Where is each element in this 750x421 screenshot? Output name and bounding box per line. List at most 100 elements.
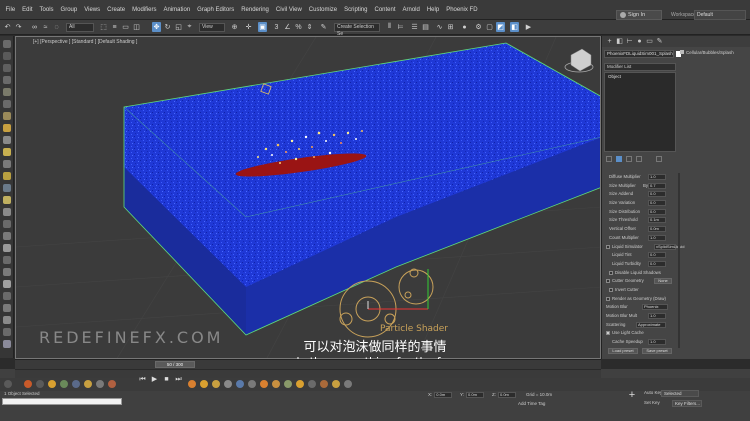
phoenix-toolbar-icon-4[interactable] bbox=[84, 380, 92, 388]
motion-blur-dropdown[interactable]: Phoenix bbox=[642, 304, 668, 311]
phoenix-toolbar-icon-5[interactable] bbox=[96, 380, 104, 388]
maxscript-listener-icon[interactable] bbox=[4, 380, 12, 388]
make-unique-icon[interactable] bbox=[626, 156, 632, 162]
phoenix-toolbar-icon-6[interactable] bbox=[108, 380, 116, 388]
phoenix-ocean-icon[interactable] bbox=[3, 172, 11, 180]
maxscript-mini-listener[interactable] bbox=[2, 398, 122, 405]
param-value-field[interactable]: 1.0 bbox=[648, 234, 666, 241]
phoenix-preview-icon[interactable] bbox=[3, 280, 11, 288]
modify-tab-icon[interactable]: ◧ bbox=[616, 38, 623, 45]
phoenix-restore-icon[interactable] bbox=[3, 316, 11, 324]
add-time-tag[interactable]: Add Time Tag bbox=[518, 401, 545, 406]
rotate-icon[interactable]: ↻ bbox=[163, 22, 172, 32]
phoenix-stop-icon[interactable] bbox=[3, 304, 11, 312]
menu-edit[interactable]: Edit bbox=[19, 5, 36, 16]
phoenix-toolbar-icon-3[interactable] bbox=[72, 380, 80, 388]
phoenix-wind-icon[interactable] bbox=[3, 184, 11, 192]
menu-rendering[interactable]: Rendering bbox=[238, 5, 273, 16]
phoenix-pour-preset-icon[interactable] bbox=[272, 380, 280, 388]
stop-icon[interactable]: ■ bbox=[162, 375, 171, 384]
phoenix-fire-icon[interactable] bbox=[3, 124, 11, 132]
phoenix-cache-icon[interactable] bbox=[3, 208, 11, 216]
phoenix-steam-preset-icon[interactable] bbox=[308, 380, 316, 388]
phoenix-sim-icon[interactable] bbox=[3, 292, 11, 300]
liquid-simulator-picker[interactable]: xSplidSimLiquid bbox=[654, 243, 684, 250]
render-production-icon[interactable]: ◩ bbox=[496, 22, 505, 32]
render-as-geometry-checkbox[interactable] bbox=[606, 296, 610, 301]
edit-named-selection-icon[interactable]: ✎ bbox=[319, 22, 328, 32]
spinner-snap-icon[interactable]: ⇕ bbox=[305, 22, 314, 32]
disable-shadows-checkbox[interactable] bbox=[609, 270, 613, 275]
selection-filter-dropdown[interactable]: All bbox=[66, 23, 94, 32]
menu-customize[interactable]: Customize bbox=[305, 5, 340, 16]
display-icon[interactable] bbox=[3, 88, 11, 96]
phoenix-explosion-preset-icon[interactable] bbox=[284, 380, 292, 388]
phoenix-splash-preset-icon[interactable] bbox=[248, 380, 256, 388]
menu-help[interactable]: Help bbox=[423, 5, 442, 16]
phoenix-wet-preset-icon[interactable] bbox=[260, 380, 268, 388]
modify-icon[interactable] bbox=[3, 52, 11, 60]
stack-item-object[interactable]: Object bbox=[605, 73, 675, 80]
x-coordinate-field[interactable]: 0.0m bbox=[434, 391, 453, 398]
set-key-button[interactable]: Set Key bbox=[644, 400, 660, 407]
phoenix-ocean-preset-icon[interactable] bbox=[224, 380, 232, 388]
link-icon[interactable]: ∞ bbox=[30, 22, 39, 32]
phoenix-candle-preset-icon[interactable] bbox=[296, 380, 304, 388]
phoenix-tools-icon[interactable] bbox=[3, 232, 11, 240]
menu-animation[interactable]: Animation bbox=[160, 5, 194, 16]
vray-frame-buffer-icon[interactable]: ◧ bbox=[510, 22, 519, 32]
scattering-dropdown[interactable]: Approximate bbox=[636, 321, 666, 328]
phoenix-foam-preset-icon[interactable] bbox=[236, 380, 244, 388]
material-editor-icon[interactable]: ● bbox=[460, 22, 469, 32]
light-cache-checkbox[interactable] bbox=[606, 331, 610, 336]
perspective-viewport[interactable]: [+] [Perspective ] [Standard ] [Default … bbox=[15, 36, 601, 359]
command-panel-scrollbar[interactable] bbox=[678, 173, 680, 348]
time-slider-thumb[interactable]: 50 / 300 bbox=[155, 361, 195, 368]
phoenix-particle-shader-icon[interactable] bbox=[3, 148, 11, 156]
key-filters-button[interactable]: Key Filters... bbox=[672, 400, 702, 407]
viewcube[interactable] bbox=[564, 48, 594, 73]
window-crossing-icon[interactable]: ◫ bbox=[132, 22, 141, 32]
render-setup-icon[interactable]: ⚙ bbox=[474, 22, 483, 32]
menu-civil-view[interactable]: Civil View bbox=[272, 5, 305, 16]
select-object-icon[interactable]: ⬚ bbox=[99, 22, 108, 32]
add-icon[interactable]: + bbox=[627, 390, 637, 401]
display-tab-icon[interactable]: ▭ bbox=[646, 38, 653, 45]
phoenix-help-icon[interactable] bbox=[3, 328, 11, 336]
menu-tools[interactable]: Tools bbox=[36, 5, 57, 16]
select-manipulate-icon[interactable]: ✛ bbox=[244, 22, 253, 32]
phoenix-start-icon[interactable] bbox=[24, 380, 32, 388]
modifier-list-dropdown[interactable]: Modifier List bbox=[604, 63, 676, 71]
menu-content[interactable]: Content bbox=[371, 5, 399, 16]
angle-snap-icon[interactable]: ∠ bbox=[283, 22, 292, 32]
pivot-center-icon[interactable]: ⊕ bbox=[230, 22, 239, 32]
bind-spacewarp-icon[interactable]: ◌ bbox=[52, 22, 61, 32]
menu-views[interactable]: Views bbox=[81, 5, 104, 16]
phoenix-toolbar-icon-2[interactable] bbox=[60, 380, 68, 388]
reference-coordinate-dropdown[interactable]: View bbox=[199, 23, 225, 32]
vray-render-icon[interactable]: ▶ bbox=[524, 22, 533, 32]
auto-key-button[interactable]: Auto Key bbox=[644, 390, 662, 397]
invert-cutter-checkbox[interactable] bbox=[609, 287, 613, 292]
y-coordinate-field[interactable]: 0.0m bbox=[466, 391, 485, 398]
param-value-field[interactable]: 0.1m bbox=[648, 217, 666, 224]
param-value-field[interactable]: 1.0 bbox=[648, 174, 666, 180]
align-icon[interactable]: ⊨ bbox=[396, 22, 405, 32]
phoenix-toolbar-icon-1[interactable] bbox=[48, 380, 56, 388]
keyboard-shortcut-icon[interactable]: ▣ bbox=[258, 22, 267, 32]
menu-scripting[interactable]: Scripting bbox=[341, 5, 371, 16]
hierarchy-tab-icon[interactable]: ⊢ bbox=[626, 38, 633, 45]
percent-snap-icon[interactable]: % bbox=[294, 22, 303, 32]
rendered-frame-icon[interactable]: ▢ bbox=[485, 22, 494, 32]
utilities-tab-icon[interactable]: ✎ bbox=[656, 38, 663, 45]
phoenix-source-icon[interactable] bbox=[3, 136, 11, 144]
menu-group[interactable]: Group bbox=[57, 5, 81, 16]
cutter-geometry-button[interactable]: None bbox=[654, 278, 672, 285]
param-value-field[interactable]: 0.0 bbox=[648, 200, 666, 207]
param-value-field[interactable]: 0.0 bbox=[648, 208, 666, 215]
play-icon[interactable]: ▶ bbox=[150, 375, 159, 384]
menu-modifiers[interactable]: Modifiers bbox=[129, 5, 160, 16]
menu-graph-editors[interactable]: Graph Editors bbox=[194, 5, 238, 16]
param-value-field[interactable]: 0.0m bbox=[648, 226, 666, 233]
phoenix-resume-icon[interactable] bbox=[36, 380, 44, 388]
